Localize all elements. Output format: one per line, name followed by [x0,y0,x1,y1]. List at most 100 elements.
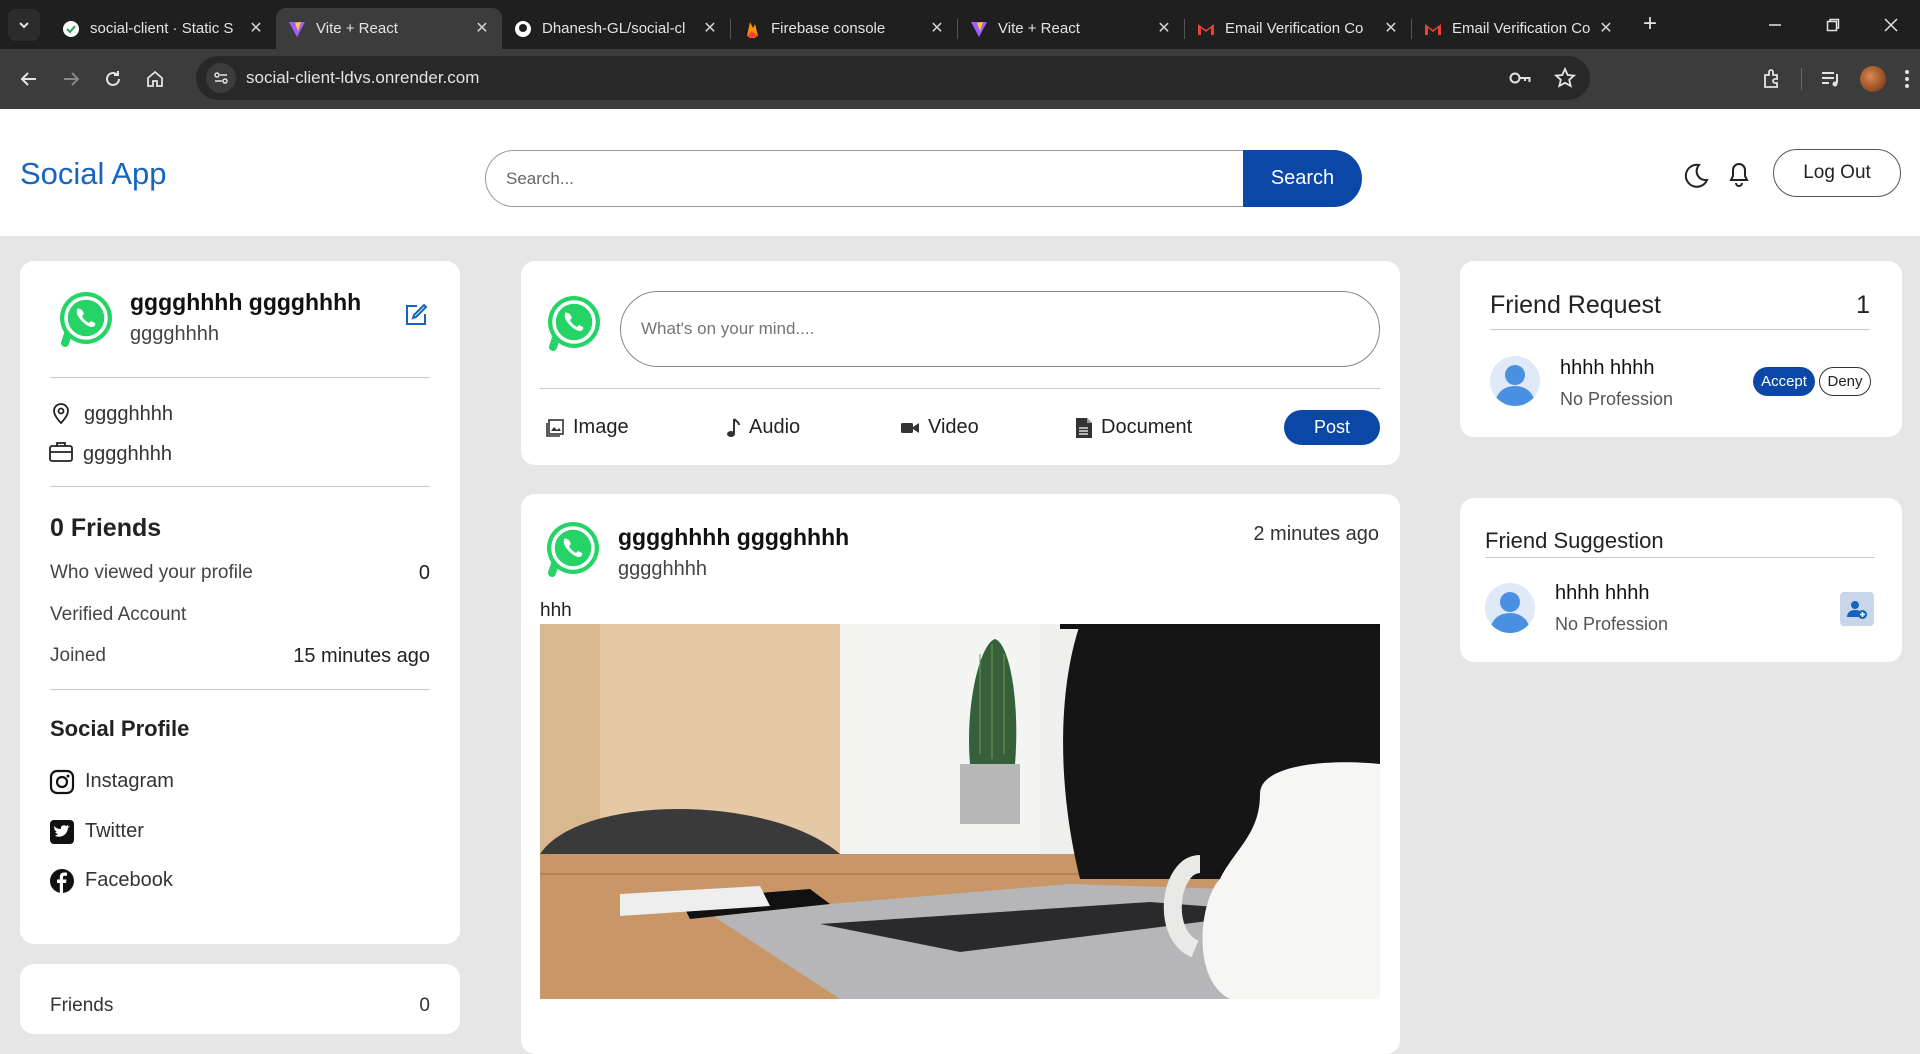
gmail-icon [1424,20,1442,38]
divider [540,388,1380,389]
media-controls-icon[interactable] [1820,68,1842,90]
window-close-icon[interactable] [1862,0,1920,49]
render-icon [62,20,80,38]
notification-bell-icon[interactable] [1727,161,1757,191]
profile-avatar[interactable] [1860,66,1886,92]
request-user-name[interactable]: hhhh hhhh [1560,357,1655,380]
toolbar-divider [1801,68,1802,90]
new-tab-plus-icon[interactable]: + [1636,10,1664,39]
option-label: Document [1101,416,1193,438]
browser-toolbar: social-client-ldvs.onrender.com [0,49,1920,109]
whatsapp-avatar-icon [543,292,605,354]
bookmark-star-icon[interactable] [1554,67,1576,89]
post-author-username: gggghhhh [618,558,707,580]
stat-label: Joined [50,645,106,666]
close-icon[interactable]: ✕ [1598,20,1614,37]
tab-firebase[interactable]: Firebase console ✕ [731,8,957,49]
tab-vite[interactable]: Vite + React ✕ [958,8,1184,49]
twitter-icon [49,819,74,844]
add-friend-button[interactable] [1840,592,1874,626]
composer-option-image[interactable]: Image [545,416,629,439]
close-icon[interactable]: ✕ [474,20,490,37]
music-note-icon [727,417,740,437]
whatsapp-avatar-icon[interactable] [542,518,604,580]
tab-title: Vite + React [316,20,398,37]
address-bar[interactable]: social-client-ldvs.onrender.com [196,56,1590,100]
request-user-profession: No Profession [1560,389,1674,409]
back-arrow-icon[interactable] [10,60,48,98]
composer-option-audio[interactable]: Audio [725,416,800,439]
post-composer-input[interactable] [620,291,1380,367]
brand-logo[interactable]: Social App [20,156,167,192]
search-bar: Search [485,150,1362,207]
stat-value: 15 minutes ago [293,645,430,667]
browser-tabstrip: social-client · Static S ✕ Vite + React … [0,0,1920,49]
tab-vite-active[interactable]: Vite + React ✕ [276,8,502,49]
dark-mode-moon-icon[interactable] [1680,161,1710,191]
search-input[interactable] [485,150,1243,207]
divider [1490,329,1870,330]
suggestion-user-name[interactable]: hhhh hhhh [1555,582,1650,605]
composer-option-video[interactable]: Video [900,416,979,439]
composer-option-document[interactable]: Document [1075,416,1192,439]
location-pin-icon [50,401,74,425]
tab-search-chevron-icon[interactable] [8,8,40,41]
friend-suggestion-title: Friend Suggestion [1485,528,1664,553]
gmail-icon [1197,20,1215,38]
password-key-icon[interactable] [1508,69,1532,87]
site-info-icon[interactable] [206,63,236,93]
restore-icon[interactable] [1804,0,1862,49]
whatsapp-avatar-icon[interactable] [55,288,117,350]
vite-icon [288,20,306,38]
more-vert-icon[interactable] [1904,68,1910,90]
suggestion-user-profession: No Profession [1555,614,1669,634]
deny-button[interactable]: Deny [1819,367,1871,396]
divider [50,689,430,690]
option-label: Audio [749,416,801,438]
vite-icon [970,20,988,38]
tab-title: Dhanesh-GL/social-cl [542,20,686,37]
search-button[interactable]: Search [1243,150,1362,207]
friend-request-card [1460,261,1902,437]
social-link-twitter[interactable]: Twitter [85,820,144,843]
social-link-facebook[interactable]: Facebook [85,869,173,892]
close-icon[interactable]: ✕ [1156,20,1172,37]
close-icon[interactable]: ✕ [1383,20,1399,37]
user-avatar-icon[interactable] [1485,583,1535,633]
social-link-instagram[interactable]: Instagram [85,770,174,793]
option-label: Video [928,416,979,438]
post-button[interactable]: Post [1284,410,1380,445]
github-icon [514,20,532,38]
stat-label: Who viewed your profile [50,562,253,583]
logout-button[interactable]: Log Out [1773,149,1901,197]
tab-gmail[interactable]: Email Verification Co ✕ [1412,8,1626,49]
minimize-icon[interactable] [1746,0,1804,49]
briefcase-icon [48,441,73,465]
user-avatar-icon[interactable] [1490,356,1540,406]
extensions-puzzle-icon[interactable] [1761,68,1783,90]
tab-gmail[interactable]: Email Verification Co ✕ [1185,8,1411,49]
tab-title: Vite + React [998,20,1080,37]
forward-arrow-icon[interactable] [52,60,90,98]
tab-title: social-client · Static S [90,20,234,37]
post-author-name[interactable]: gggghhhh gggghhhh [618,524,849,551]
close-icon[interactable]: ✕ [929,20,945,37]
tab-title: Email Verification Co [1452,20,1590,37]
document-icon [1076,417,1092,438]
post-image[interactable] [540,624,1380,999]
profile-name[interactable]: gggghhhh gggghhhh [130,289,361,316]
accept-button[interactable]: Accept [1753,367,1815,396]
tab-github[interactable]: Dhanesh-GL/social-cl ✕ [502,8,730,49]
reload-icon[interactable] [94,60,132,98]
tab-title: Firebase console [771,20,886,37]
divider [50,377,430,378]
edit-profile-icon[interactable] [404,303,428,327]
firebase-icon [743,20,761,38]
home-icon[interactable] [136,60,174,98]
option-label: Image [573,416,629,438]
profile-profession: gggghhhh [83,443,172,465]
close-icon[interactable]: ✕ [248,20,264,37]
tab-render[interactable]: social-client · Static S ✕ [50,8,276,49]
divider [1485,557,1875,558]
close-icon[interactable]: ✕ [702,20,718,37]
